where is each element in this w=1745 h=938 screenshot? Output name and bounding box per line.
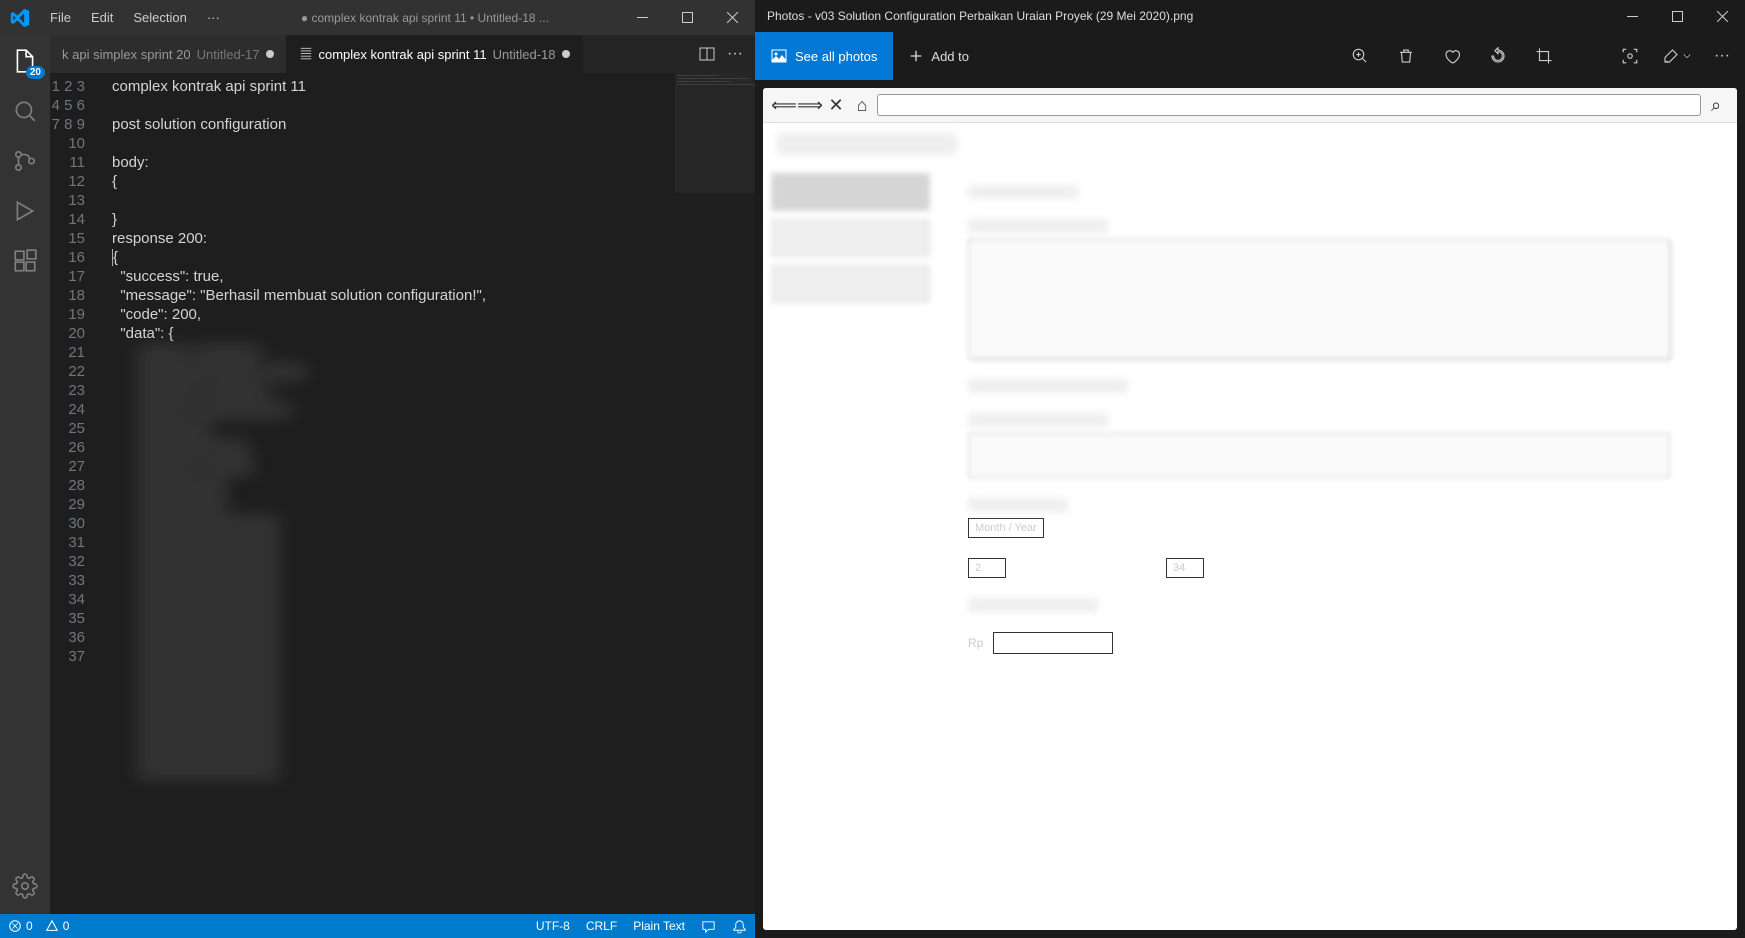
doc-sidebar xyxy=(763,165,938,930)
file-icon xyxy=(299,47,313,61)
photos-titlebar: Photos - v03 Solution Configuration Perb… xyxy=(755,0,1745,32)
run-debug-icon[interactable] xyxy=(11,197,39,225)
tab-bar: k api simplex sprint 20 Untitled-17 comp… xyxy=(50,35,755,73)
stop-icon: ✕ xyxy=(825,94,847,116)
minimize-button[interactable] xyxy=(620,0,665,35)
currency-label: Rp xyxy=(968,636,983,650)
num-input-1: 2 xyxy=(968,558,1006,578)
sidebar-item xyxy=(771,265,930,303)
plus-icon xyxy=(909,49,923,63)
editor-area: k api simplex sprint 20 Untitled-17 comp… xyxy=(50,35,755,914)
feedback-icon[interactable] xyxy=(701,919,716,934)
label-blur xyxy=(968,219,1108,233)
edit-icon[interactable] xyxy=(1653,32,1699,80)
tab-secondary: Untitled-18 xyxy=(493,47,556,62)
rotate-icon[interactable] xyxy=(1475,32,1521,80)
status-language[interactable]: Plain Text xyxy=(633,919,685,933)
doc-main: Month / Year 2 34 Rp xyxy=(938,165,1737,930)
favorite-icon[interactable] xyxy=(1429,32,1475,80)
status-errors[interactable]: 0 xyxy=(8,919,33,933)
menu-selection[interactable]: Selection xyxy=(123,10,196,25)
status-eol[interactable]: CRLF xyxy=(586,919,617,933)
document-image: ⟸ ⟹ ✕ ⌂ ⌕ xyxy=(763,88,1737,930)
gallery-icon xyxy=(771,48,787,64)
vscode-body: 20 k api simplex sprint 20 xyxy=(0,35,755,914)
code-editor[interactable]: 1 2 3 4 5 6 7 8 9 10 11 12 13 14 15 16 1… xyxy=(50,73,755,914)
url-bar xyxy=(877,94,1701,116)
search-glass-icon: ⌕ xyxy=(1705,94,1727,116)
bell-icon[interactable] xyxy=(732,919,747,934)
currency-input xyxy=(993,632,1113,654)
photos-window: Photos - v03 Solution Configuration Perb… xyxy=(755,0,1745,938)
delete-icon[interactable] xyxy=(1383,32,1429,80)
photos-title-text: Photos - v03 Solution Configuration Perb… xyxy=(767,9,1193,23)
tab-label: complex kontrak api sprint 11 xyxy=(319,47,487,62)
input-blur xyxy=(968,433,1670,478)
forward-icon: ⟹ xyxy=(799,94,821,116)
tab-label: k api simplex sprint 20 xyxy=(62,47,191,62)
label-blur xyxy=(968,498,1068,512)
vscode-window: File Edit Selection ··· ● complex kontra… xyxy=(0,0,755,938)
status-bar: 0 0 UTF-8 CRLF Plain Text xyxy=(0,914,755,938)
status-warnings[interactable]: 0 xyxy=(45,919,70,933)
doc-header-blur xyxy=(777,133,957,155)
settings-gear-icon[interactable] xyxy=(11,872,39,900)
label-blur xyxy=(968,598,1098,612)
search-visual-icon[interactable] xyxy=(1607,32,1653,80)
fullscreen-icon[interactable] xyxy=(1717,910,1737,930)
menu-edit[interactable]: Edit xyxy=(81,10,123,25)
tab-actions: ··· xyxy=(687,35,755,73)
num-input-2: 34 xyxy=(1166,558,1204,578)
back-icon: ⟸ xyxy=(773,94,795,116)
textarea-blur xyxy=(968,239,1670,359)
explorer-icon[interactable]: 20 xyxy=(11,47,39,75)
see-all-photos-button[interactable]: See all photos xyxy=(755,32,893,80)
window-title: ● complex kontrak api sprint 11 • Untitl… xyxy=(230,11,620,25)
photos-toolbar: See all photos Add to ··· xyxy=(755,32,1745,80)
menu-more[interactable]: ··· xyxy=(197,10,230,25)
more-actions-icon[interactable]: ··· xyxy=(727,45,743,63)
sidebar-item xyxy=(771,173,930,211)
photos-close-button[interactable] xyxy=(1700,0,1745,32)
unsaved-dot-icon xyxy=(266,50,274,58)
tab-secondary: Untitled-17 xyxy=(197,47,260,62)
code-lines[interactable]: complex kontrak api sprint 11 post solut… xyxy=(100,73,755,914)
add-to-button[interactable]: Add to xyxy=(893,49,985,64)
minimap[interactable]: xxxxxxx xxxxxxx xxx xxxxxx xx\nxxxx xxxx… xyxy=(675,73,755,914)
photos-maximize-button[interactable] xyxy=(1655,0,1700,32)
sidebar-item xyxy=(771,219,930,257)
status-encoding[interactable]: UTF-8 xyxy=(536,919,570,933)
label-blur xyxy=(968,379,1128,393)
unsaved-dot-icon xyxy=(562,50,570,58)
maximize-button[interactable] xyxy=(665,0,710,35)
explorer-badge: 20 xyxy=(26,66,45,79)
photos-minimize-button[interactable] xyxy=(1610,0,1655,32)
vscode-titlebar: File Edit Selection ··· ● complex kontra… xyxy=(0,0,755,35)
tab-2[interactable]: complex kontrak api sprint 11 Untitled-1… xyxy=(287,35,583,73)
source-control-icon[interactable] xyxy=(11,147,39,175)
label-blur xyxy=(968,413,1108,427)
more-icon[interactable]: ··· xyxy=(1699,32,1745,80)
vscode-logo-icon xyxy=(0,8,40,28)
activity-bar: 20 xyxy=(0,35,50,914)
extensions-icon[interactable] xyxy=(11,247,39,275)
menu-file[interactable]: File xyxy=(40,10,81,25)
close-button[interactable] xyxy=(710,0,755,35)
crop-icon[interactable] xyxy=(1521,32,1567,80)
date-input: Month / Year xyxy=(968,518,1044,538)
photo-viewport: ⟸ ⟹ ✕ ⌂ ⌕ xyxy=(755,80,1745,938)
line-gutter: 1 2 3 4 5 6 7 8 9 10 11 12 13 14 15 16 1… xyxy=(50,73,100,914)
search-icon[interactable] xyxy=(11,97,39,125)
home-icon: ⌂ xyxy=(851,94,873,116)
tab-1[interactable]: k api simplex sprint 20 Untitled-17 xyxy=(50,35,287,73)
label-blur xyxy=(968,185,1078,199)
split-editor-icon[interactable] xyxy=(699,46,715,62)
zoom-icon[interactable] xyxy=(1337,32,1383,80)
minimap-slider[interactable] xyxy=(675,73,755,193)
mock-browser-chrome: ⟸ ⟹ ✕ ⌂ ⌕ xyxy=(763,88,1737,123)
